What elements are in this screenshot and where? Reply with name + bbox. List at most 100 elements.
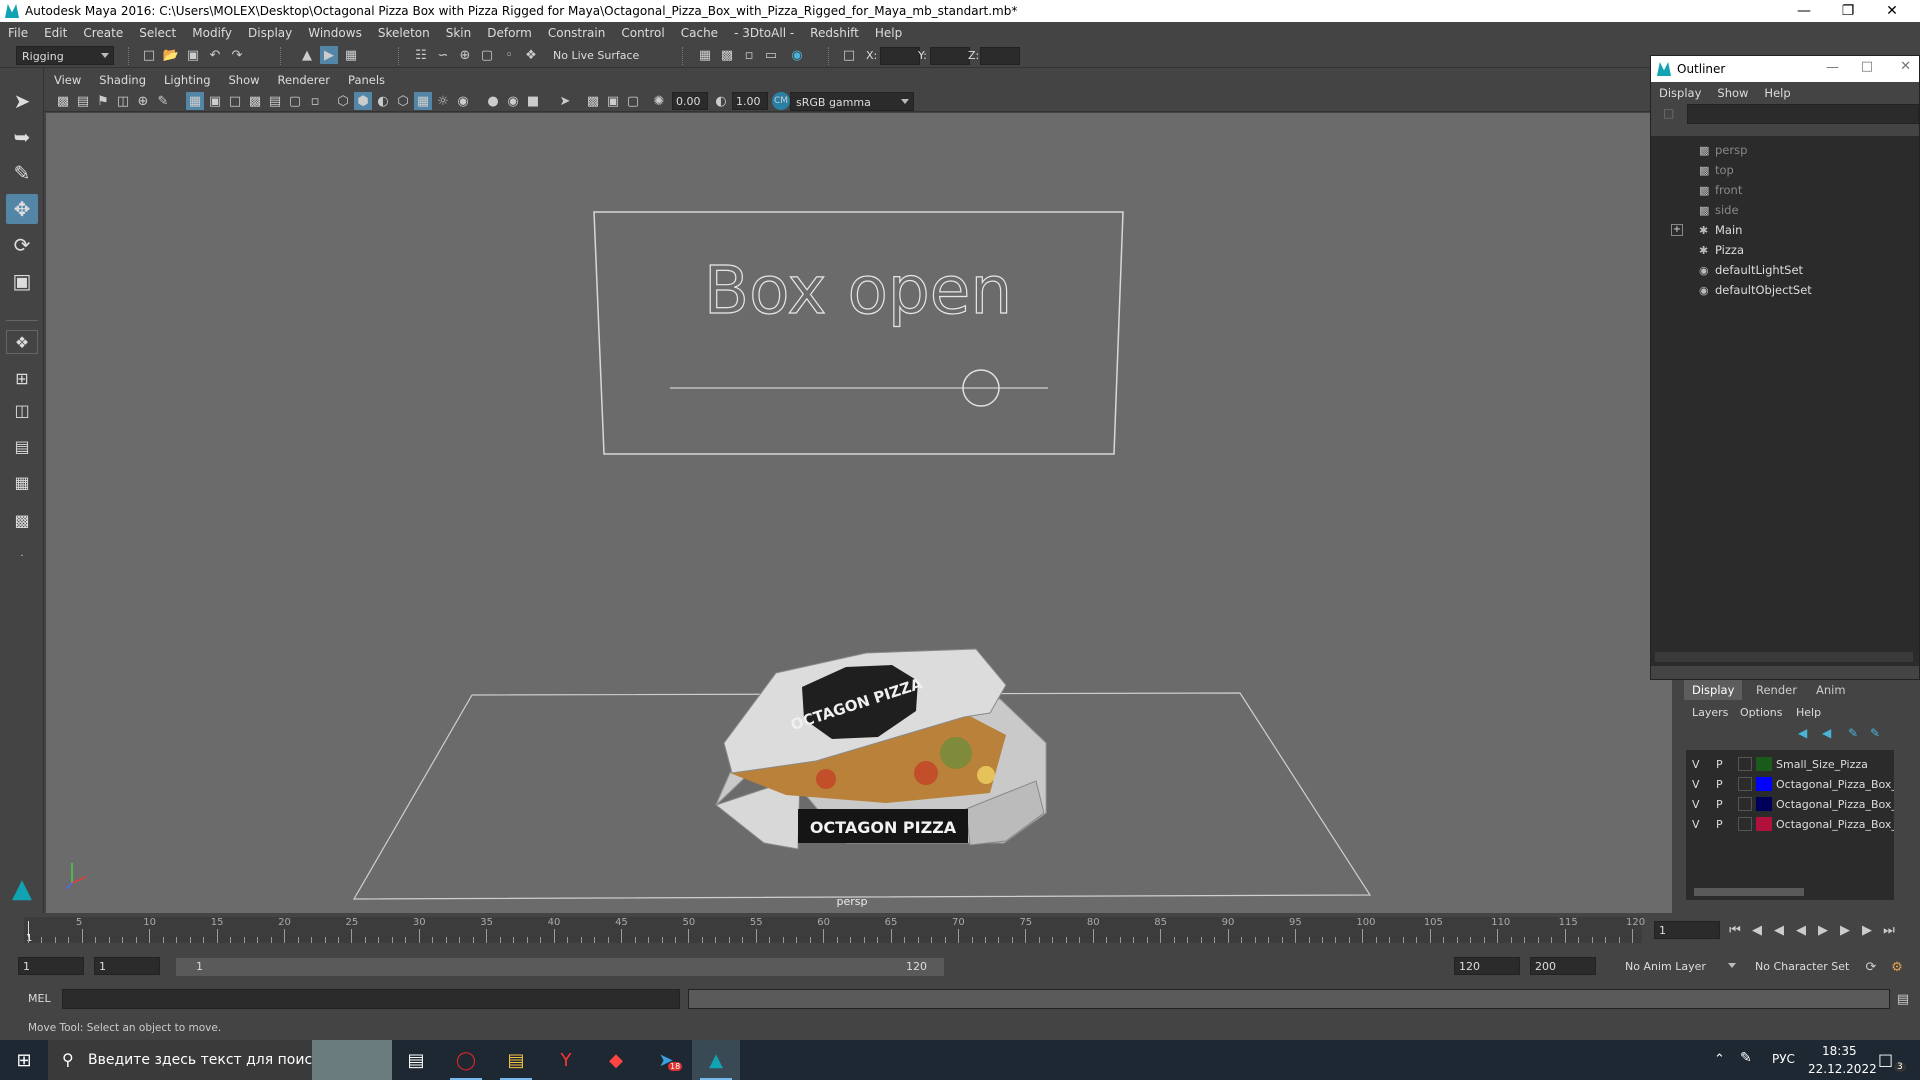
go-to-end-icon[interactable]: ⏭ [1880, 921, 1898, 939]
snap-point-icon[interactable]: ⊕ [456, 46, 474, 64]
horizontal-scrollbar[interactable] [1655, 652, 1913, 662]
notifications-icon[interactable]: □ [1878, 1050, 1893, 1069]
anim-layer-dropdown[interactable]: No Anim Layer [1620, 957, 1740, 976]
step-forward-frame-icon[interactable]: ▶ [1836, 921, 1854, 939]
xray-joints-icon[interactable]: ◉ [504, 92, 522, 110]
menu-cache[interactable]: Cache [673, 26, 726, 40]
visibility-toggle[interactable]: V [1692, 798, 1700, 811]
persp-outliner-icon[interactable]: ◫ [6, 398, 38, 422]
shadows-icon[interactable]: ◉ [454, 92, 472, 110]
file-explorer-icon[interactable]: ▤ [492, 1040, 540, 1080]
outliner-menu-show[interactable]: Show [1709, 86, 1756, 100]
field-chart-icon[interactable]: ▤ [266, 92, 284, 110]
visibility-toggle[interactable]: V [1692, 778, 1700, 791]
minimize-button[interactable]: — [1826, 60, 1839, 75]
outliner-item[interactable]: ▩ front [1651, 180, 1919, 200]
layer-color-swatch[interactable] [1756, 757, 1772, 771]
menu-3dtoall[interactable]: - 3DtoAll - [726, 26, 802, 40]
move-tool-icon[interactable]: ✥ [6, 194, 38, 224]
exposure-field[interactable]: 0.00 [672, 92, 708, 110]
menu-edit[interactable]: Edit [36, 26, 75, 40]
panel-menu-renderer[interactable]: Renderer [269, 73, 340, 87]
menu-select[interactable]: Select [131, 26, 184, 40]
clock-time[interactable]: 18:35 [1822, 1044, 1857, 1058]
language-indicator[interactable]: РУС [1772, 1052, 1795, 1066]
display-type-toggle[interactable] [1738, 777, 1752, 791]
current-frame-field[interactable]: 1 [1654, 921, 1720, 939]
play-forwards-icon[interactable]: ▶ [1814, 921, 1832, 939]
film-gate-icon[interactable]: ▣ [206, 92, 224, 110]
animation-start-field[interactable]: 1 [18, 957, 84, 975]
bookmark-icon[interactable]: ⚑ [94, 92, 112, 110]
new-layer-icon[interactable]: ✎ [1848, 726, 1858, 740]
menu-deform[interactable]: Deform [479, 26, 540, 40]
outliner-item[interactable]: + ✱ Main [1651, 220, 1919, 240]
gamma-field[interactable]: 1.00 [732, 92, 768, 110]
redo-icon[interactable]: ↷ [228, 46, 246, 64]
playback-toggle[interactable]: P [1716, 758, 1723, 771]
menu-help[interactable]: Help [867, 26, 910, 40]
tab-render[interactable]: Render [1748, 680, 1805, 700]
panel-menu-panels[interactable]: Panels [339, 73, 394, 87]
isolate-select-icon[interactable]: ➤ [556, 92, 574, 110]
y-field[interactable] [930, 47, 970, 65]
menu-constrain[interactable]: Constrain [540, 26, 614, 40]
close-button[interactable]: ✕ [1900, 59, 1911, 74]
menu-create[interactable]: Create [75, 26, 131, 40]
lasso-tool-icon[interactable]: ➥ [6, 122, 38, 152]
minimize-button[interactable]: — [1782, 0, 1826, 22]
layer-row[interactable]: V P Octagonal_Pizza_Box_v [1686, 794, 1894, 814]
playback-end-field[interactable]: 120 [1454, 957, 1520, 975]
exposure-icon[interactable]: ✺ [650, 92, 668, 110]
default-material-icon[interactable]: ◐ [374, 92, 392, 110]
layer-color-swatch[interactable] [1756, 777, 1772, 791]
time-slider[interactable]: 1 5 10 15 20 25 30 35 40 45 50 55 60 65 70 75 80 85 90 95 1… [0, 913, 1895, 947]
new-scene-icon[interactable]: □ [140, 46, 158, 64]
safe-title-icon[interactable]: ▫ [306, 92, 324, 110]
render-frame-icon[interactable]: ▩ [718, 46, 736, 64]
playback-start-field[interactable]: 1 [94, 957, 160, 975]
xray-components-icon[interactable]: ■ [524, 92, 542, 110]
animation-preferences-icon[interactable]: ⚙ [1888, 958, 1906, 976]
range-slider[interactable]: 1 120 [176, 958, 944, 976]
move-layer-up-icon[interactable]: ◀ [1798, 726, 1807, 740]
menu-windows[interactable]: Windows [300, 26, 370, 40]
smooth-shade-icon[interactable]: ⬢ [354, 92, 372, 110]
menu-skin[interactable]: Skin [438, 26, 480, 40]
panel-menu-lighting[interactable]: Lighting [155, 73, 219, 87]
time-slider-track[interactable]: 1 5 10 15 20 25 30 35 40 45 50 55 60 65 70 75 80 85 90 95 1… [24, 917, 1645, 944]
script-editor-icon[interactable]: ▤ [1894, 990, 1912, 1008]
character-set-dropdown[interactable]: No Character Set [1750, 957, 1868, 976]
2d-pan-zoom-icon[interactable]: ⊕ [134, 92, 152, 110]
hypershade-icon[interactable]: ◉ [788, 46, 806, 64]
x-field[interactable] [880, 47, 920, 65]
menu-set-dropdown[interactable]: Rigging [16, 46, 114, 65]
outliner-item[interactable]: ▩ top [1651, 160, 1919, 180]
color-space-dropdown[interactable]: sRGB gamma [790, 92, 914, 111]
opera-icon[interactable]: ◯ [442, 1040, 490, 1080]
visibility-toggle[interactable]: V [1692, 758, 1700, 771]
filter-icon[interactable]: □ [1663, 106, 1674, 120]
camera-attributes-icon[interactable]: ▤ [74, 92, 92, 110]
yandex-browser-icon[interactable]: Y [542, 1040, 590, 1080]
image-plane-icon[interactable]: ◫ [114, 92, 132, 110]
use-all-lights-icon[interactable]: ☼ [434, 92, 452, 110]
layer-row[interactable]: V P Octagonal_Pizza_Box_l [1686, 774, 1894, 794]
windows-start-icon[interactable]: ⊞ [0, 1040, 48, 1080]
play-backwards-icon[interactable]: ◀ [1792, 921, 1810, 939]
snap-vertex-icon[interactable]: ❖ [522, 46, 540, 64]
display-type-toggle[interactable] [1738, 817, 1752, 831]
hypershade-layout-icon[interactable]: ▦ [6, 470, 38, 494]
motion-blur-icon[interactable]: ▣ [604, 92, 622, 110]
save-scene-icon[interactable]: ▣ [184, 46, 202, 64]
pen-icon[interactable]: ✎ [1740, 1050, 1752, 1066]
panel-menu-view[interactable]: View [44, 73, 90, 87]
grease-pencil-icon[interactable]: ✎ [154, 92, 172, 110]
anti-aliasing-icon[interactable]: ▢ [624, 92, 642, 110]
render-settings-icon[interactable]: ▦ [696, 46, 714, 64]
open-scene-icon[interactable]: 📂 [162, 46, 180, 64]
layer-color-swatch[interactable] [1756, 797, 1772, 811]
menu-control[interactable]: Control [613, 26, 672, 40]
display-type-toggle[interactable] [1738, 797, 1752, 811]
taskbar-search-input[interactable]: ⚲ Введите здесь текст для поиска [48, 1040, 392, 1080]
